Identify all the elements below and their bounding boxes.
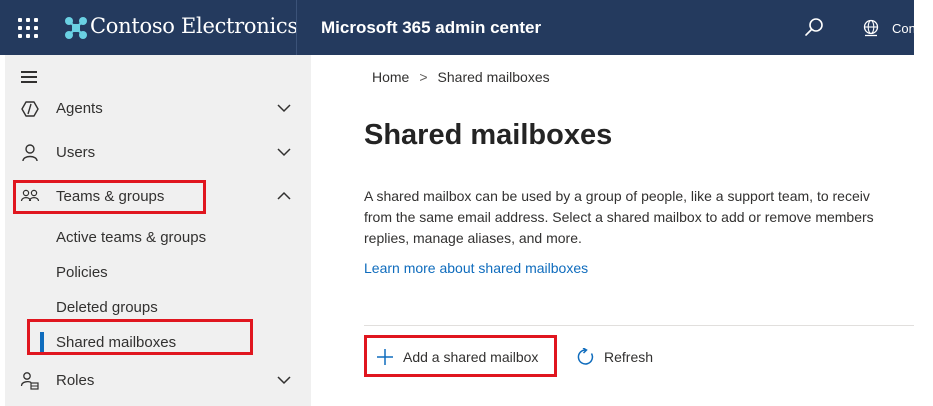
chevron-up-icon[interactable] bbox=[276, 190, 292, 202]
refresh-button[interactable]: Refresh bbox=[577, 346, 667, 370]
sub-item-active-teams-groups[interactable]: Active teams & groups bbox=[5, 222, 311, 252]
plus-icon bbox=[377, 349, 393, 365]
search-icon[interactable] bbox=[803, 16, 825, 38]
nav-label-agents: Agents bbox=[56, 100, 103, 117]
sub-item-policies[interactable]: Policies bbox=[5, 257, 311, 287]
breadcrumb: Home > Shared mailboxes bbox=[372, 69, 550, 85]
window-edge bbox=[914, 0, 933, 406]
sub-label: Active teams & groups bbox=[56, 229, 207, 246]
chevron-down-icon[interactable] bbox=[276, 374, 292, 386]
header-divider bbox=[296, 0, 297, 55]
page-title: Shared mailboxes bbox=[364, 119, 613, 151]
app-title[interactable]: Microsoft 365 admin center bbox=[321, 18, 541, 38]
refresh-label: Refresh bbox=[604, 349, 654, 365]
nav-item-agents[interactable]: Agents bbox=[5, 91, 311, 127]
description-line: A shared mailbox can be used by a group … bbox=[364, 188, 870, 204]
page-description: A shared mailbox can be used by a group … bbox=[364, 186, 924, 249]
description-line: from the same email address. Select a sh… bbox=[364, 209, 874, 225]
add-shared-mailbox-label: Add a shared mailbox bbox=[403, 349, 539, 365]
chevron-down-icon[interactable] bbox=[276, 146, 292, 158]
brand-name[interactable]: Contoso Electronics bbox=[90, 14, 298, 38]
contoso-logo-icon bbox=[65, 17, 87, 39]
agents-icon bbox=[21, 101, 39, 117]
sub-item-deleted-groups[interactable]: Deleted groups bbox=[5, 292, 311, 322]
add-shared-mailbox-button[interactable]: Add a shared mailbox bbox=[376, 346, 556, 370]
app-launcher-icon[interactable] bbox=[18, 18, 38, 38]
breadcrumb-current: Shared mailboxes bbox=[437, 69, 550, 85]
learn-more-link[interactable]: Learn more about shared mailboxes bbox=[364, 260, 588, 276]
sub-label: Deleted groups bbox=[56, 299, 158, 316]
tenant-switcher[interactable]: Con bbox=[892, 21, 916, 36]
refresh-icon bbox=[577, 348, 594, 365]
breadcrumb-home[interactable]: Home bbox=[372, 69, 409, 85]
description-line: replies, manage aliases, and more. bbox=[364, 230, 582, 246]
nav-item-roles[interactable]: Roles bbox=[5, 363, 311, 399]
section-divider bbox=[364, 325, 914, 326]
breadcrumb-separator: > bbox=[419, 69, 428, 85]
sub-label: Policies bbox=[56, 264, 108, 281]
nav-item-users[interactable]: Users bbox=[5, 135, 311, 171]
chevron-down-icon[interactable] bbox=[276, 102, 292, 114]
nav-label-users: Users bbox=[56, 144, 96, 161]
nav-label-roles: Roles bbox=[56, 372, 95, 389]
hamburger-menu-icon[interactable] bbox=[21, 71, 39, 85]
top-header: Contoso Electronics Microsoft 365 admin … bbox=[0, 0, 916, 55]
highlight-shared-mailboxes bbox=[27, 319, 253, 355]
highlight-teams-groups bbox=[13, 180, 206, 214]
user-icon bbox=[22, 144, 38, 162]
globe-icon[interactable] bbox=[862, 19, 880, 37]
roles-icon bbox=[20, 372, 39, 390]
